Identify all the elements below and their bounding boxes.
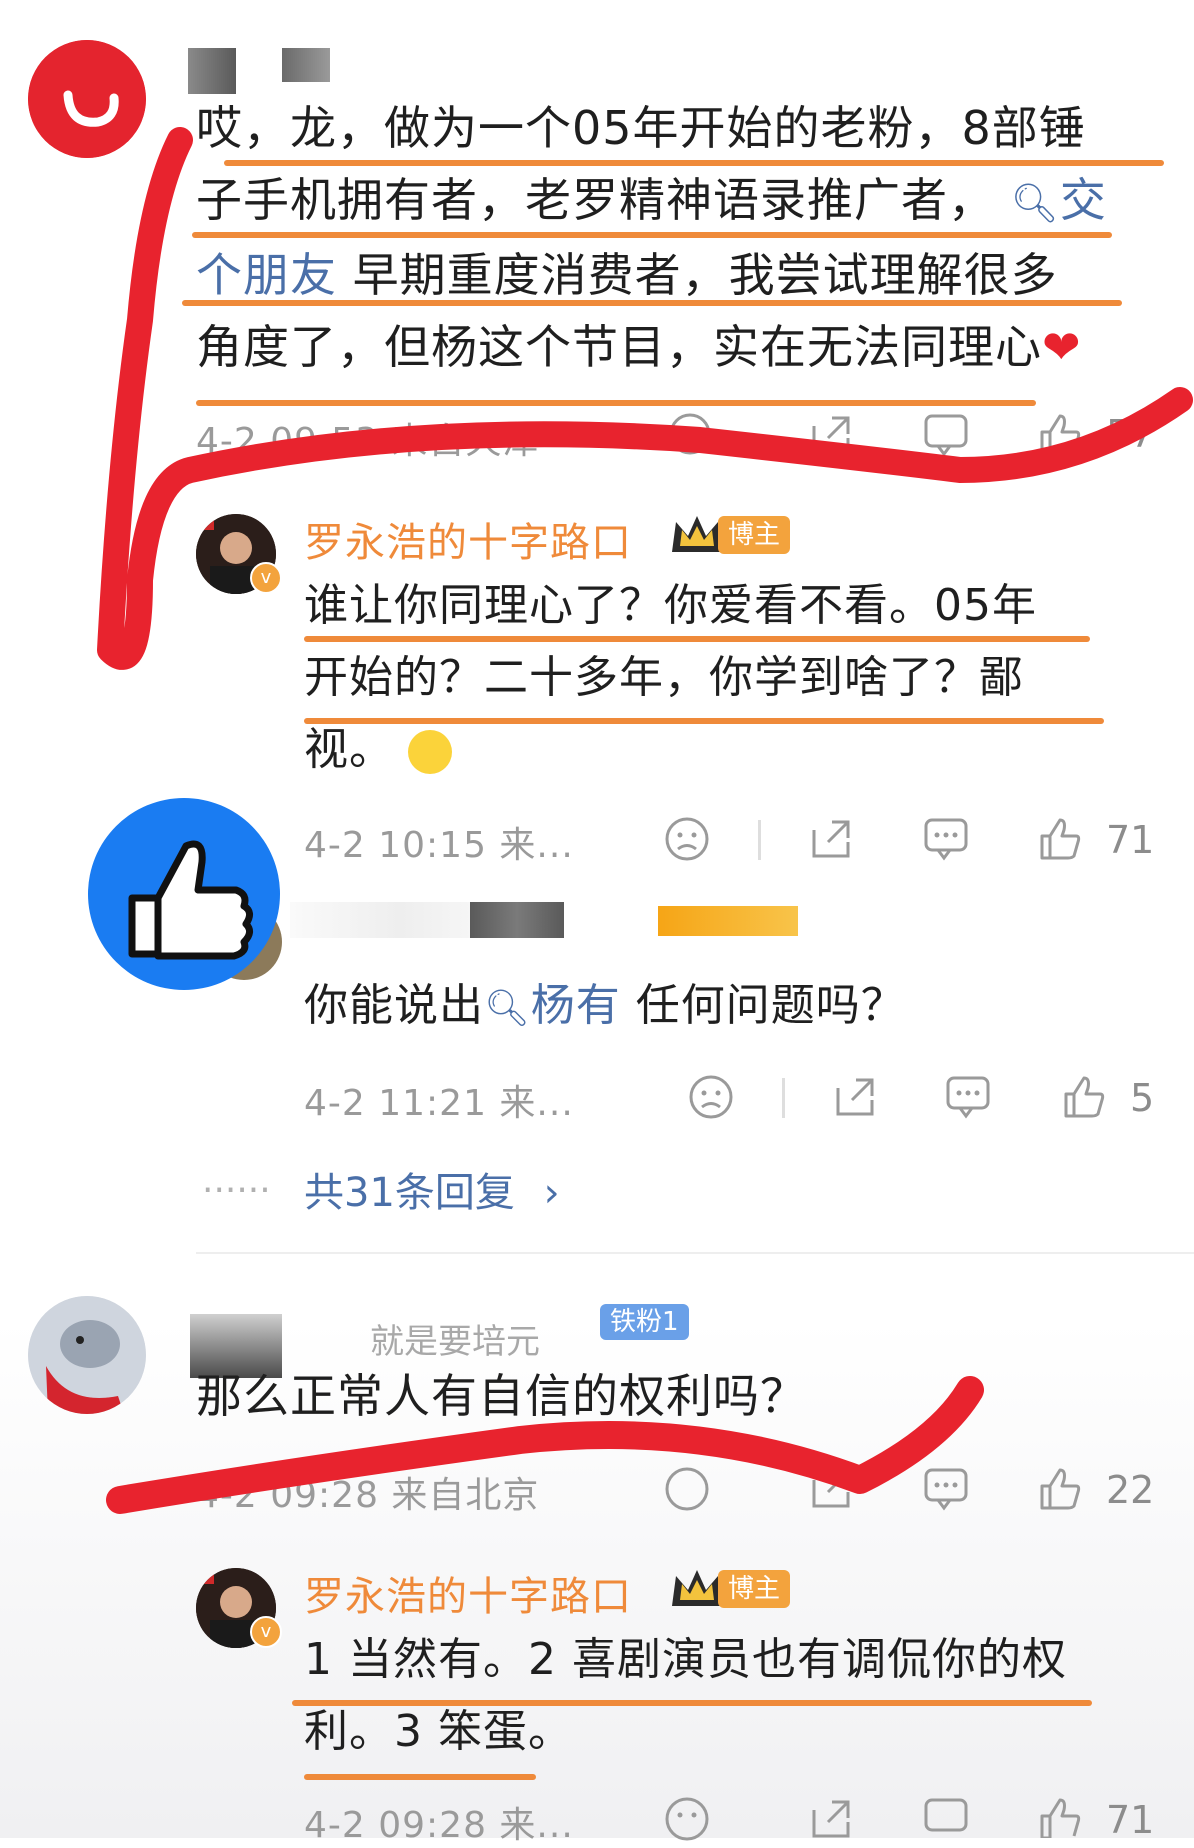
comment-icon[interactable] [922,1466,970,1512]
comment-timestamp: 4-2 09:28 来自北京 [196,1475,540,1516]
like-count: 5 [1130,1076,1155,1120]
comment-text: 那么正常人有自信的权利吗？ [196,1369,807,1423]
comment-line-4: 角度了，但杨这个节目，实在无法同理心❤ [196,320,1082,374]
like-icon[interactable] [1036,1794,1084,1838]
avatar-logo-icon [28,40,146,158]
blogger-badge: 博主 [718,1570,791,1608]
thumbs-up-icon [128,840,253,960]
section-divider [196,1252,1194,1254]
like-icon[interactable] [1036,814,1084,862]
highlight-underline [192,232,1112,238]
commenter-name[interactable]: 就是要培元 [370,1314,540,1363]
like-count: 57 [1106,412,1155,456]
cartoon-elephant-icon [28,1296,146,1414]
thumbs-up-sticker [88,798,280,990]
verified-badge-icon: v [250,562,282,594]
smirk-emoji-icon [408,730,452,774]
highlight-underline [292,1700,1092,1706]
reply-line-2: 开始的？二十多年，你学到啥了？鄙 [304,652,1024,703]
share-icon[interactable] [808,1796,854,1842]
reply-timestamp: 4-2 09:28 来... [304,1805,574,1846]
like-count: 22 [1106,1468,1155,1512]
like-icon[interactable] [1036,410,1084,458]
more-replies-link[interactable]: 共31条回复 › [304,1160,560,1218]
more-replies-dots: ...... [202,1160,271,1201]
highlight-underline [224,160,1164,166]
comment-timestamp: 4-2 09:53 来自天津 [196,421,540,462]
meta-divider [758,820,761,860]
reply-line-1: 谁让你同理心了？你爱看不看。05年 [304,580,1037,631]
reply-line-3: 视。 [304,714,1134,786]
highlight-underline [304,636,1090,642]
heart-icon: ❤ [1042,320,1082,374]
topic-link[interactable]: 个朋友 [196,248,337,302]
dislike-icon[interactable] [688,1074,734,1120]
dislike-icon[interactable] [664,1466,710,1512]
comment-line-1: 哎，龙，做为一个05年开始的老粉，8部锤 [196,101,1086,155]
reply-text: 你能说出🔍︎杨有 任何问题吗？ [304,980,906,1031]
dislike-icon[interactable] [664,816,710,862]
blurred-username [282,48,330,82]
verified-badge-icon: v [250,1616,282,1648]
highlight-underline [304,718,1104,724]
reply-line-2: 利。3 笨蛋。 [304,1706,573,1757]
topic-link[interactable]: 🔍︎交 [1011,173,1107,227]
blogger-badge: 博主 [718,516,791,554]
share-icon[interactable] [832,1074,878,1120]
highlight-underline [304,1774,536,1780]
share-icon[interactable] [808,816,854,862]
comment-icon[interactable] [922,816,970,862]
chevron-right-icon: › [543,1170,560,1216]
like-icon[interactable] [1036,1464,1084,1512]
commenter-avatar[interactable] [28,40,146,158]
reply-line-1: 1 当然有。2 喜剧演员也有调侃你的权 [304,1634,1067,1685]
share-icon[interactable] [808,1466,854,1512]
reply-text: 谁让你同理心了？你爱看不看。05年 开始的？二十多年，你学到啥了？鄙 视。 [304,570,1134,786]
comment-icon[interactable] [922,1796,970,1838]
meta-divider [782,1078,785,1118]
reply-timestamp: 4-2 11:21 来... [304,1083,574,1124]
reply-author-name[interactable]: 罗永浩的十字路口 [304,510,632,568]
comment-icon[interactable] [944,1074,992,1120]
topic-link[interactable]: 🔍︎杨有 [484,980,621,1031]
blurred-username [188,48,236,94]
reply-author-name[interactable]: 罗永浩的十字路口 [304,1564,632,1622]
reply-text: 1 当然有。2 喜剧演员也有调侃你的权 利。3 笨蛋。 [304,1624,1174,1768]
comment-line-2: 子手机拥有者，老罗精神语录推广者， 🔍︎交 [196,173,1107,227]
highlight-underline [182,300,1122,306]
search-icon: 🔍︎ [1010,181,1060,225]
blurred-badge [658,906,798,936]
like-icon[interactable] [1060,1072,1108,1120]
share-icon[interactable] [808,412,854,458]
like-count: 71 [1106,1798,1155,1842]
blurred-username [470,902,564,938]
fan-badge: 铁粉1 [600,1304,689,1340]
dislike-icon[interactable] [668,412,712,456]
like-count: 71 [1106,818,1155,862]
comment-icon[interactable] [922,412,970,458]
search-icon: 🔍︎ [484,988,531,1029]
highlight-underline [196,400,1036,406]
commenter-avatar[interactable] [28,1296,146,1414]
dislike-icon[interactable] [664,1796,710,1842]
reply-timestamp: 4-2 10:15 来... [304,825,574,866]
